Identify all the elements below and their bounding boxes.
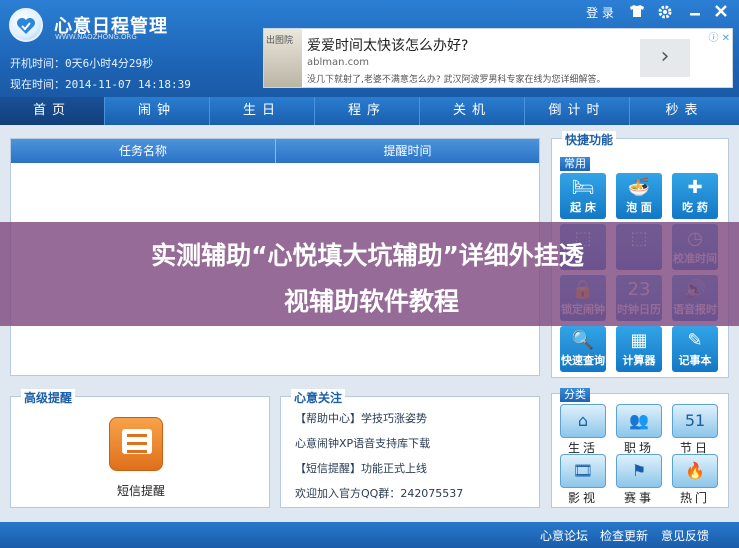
common-group-label: 常用 bbox=[560, 157, 590, 171]
category-group-label: 分类 bbox=[560, 388, 590, 402]
category-label[interactable]: 热门 bbox=[672, 489, 718, 506]
flags-icon[interactable]: ⚑ bbox=[616, 454, 662, 488]
app-url: WWW.NAOZHONG.ORG bbox=[55, 33, 137, 41]
quick-item-10[interactable]: ▦ 计算器 bbox=[616, 326, 662, 372]
feedback-link[interactable]: 意见反馈 bbox=[661, 527, 709, 544]
close-icon[interactable] bbox=[711, 4, 731, 22]
people-icon[interactable]: 👥 bbox=[616, 404, 662, 438]
care-news-link[interactable]: 【帮助中心】学技巧涨姿势 bbox=[295, 410, 427, 426]
advanced-reminder-box: 高级提醒 短信提醒 bbox=[10, 389, 271, 508]
column-remind-time[interactable]: 提醒时间 bbox=[276, 139, 539, 163]
category-label[interactable]: 赛事 bbox=[616, 489, 662, 506]
quick-functions-title: 快捷功能 bbox=[562, 131, 617, 148]
film-reel-icon[interactable]: 🎞 bbox=[560, 454, 606, 488]
ad-banner[interactable]: 出图院 爱爱时间太快该怎么办好? ablman.com 没几下就射了,老婆不满意… bbox=[263, 28, 733, 88]
category-panel: 分类 ⌂ 生活 👥 职场 51 节日 🎞 影视 ⚑ 赛事 🔥 热门 bbox=[551, 388, 729, 508]
care-news-box: 心意关注 【帮助中心】学技巧涨姿势 心意闹钟XP语音支持库下载 【短信提醒】功能… bbox=[280, 389, 540, 508]
current-time-value: 2014-11-07 14:18:39 bbox=[65, 78, 191, 91]
calculator-icon: ▦ bbox=[630, 330, 648, 351]
quick-item-0[interactable]: 🛏 起 床 bbox=[560, 173, 606, 219]
category-label[interactable]: 影视 bbox=[560, 489, 606, 506]
noodle-bowl-icon: 🍜 bbox=[627, 177, 651, 198]
tab-shutdown[interactable]: 关机 bbox=[420, 97, 525, 125]
care-news-link[interactable]: 心意闹钟XP语音支持库下载 bbox=[295, 435, 430, 451]
quick-item-2[interactable]: ✚ 吃 药 bbox=[672, 173, 718, 219]
tab-birthday[interactable]: 生日 bbox=[210, 97, 315, 125]
tab-stopwatch[interactable]: 秒表 bbox=[630, 97, 739, 125]
quick-item-label: 吃 药 bbox=[682, 201, 708, 214]
tab-program[interactable]: 程序 bbox=[315, 97, 420, 125]
calendar-51-icon[interactable]: 51 bbox=[672, 404, 718, 438]
forum-link[interactable]: 心意论坛 bbox=[540, 527, 588, 544]
overlay-line-1: 实测辅助“心悦填大坑辅助”详细外挂透 bbox=[151, 241, 584, 270]
overlay-banner: 实测辅助“心悦填大坑辅助”详细外挂透 视辅助软件教程 bbox=[0, 222, 739, 326]
ad-domain: ablman.com bbox=[307, 57, 369, 68]
boot-time-label: 开机时间： bbox=[10, 57, 65, 70]
check-update-link[interactable]: 检查更新 bbox=[600, 527, 648, 544]
overlay-line-2: 视辅助软件教程 bbox=[283, 287, 459, 316]
login-button[interactable]: 登 录 bbox=[582, 4, 618, 22]
quick-item-label: 记事本 bbox=[678, 354, 712, 367]
quick-item-1[interactable]: 🍜 泡 面 bbox=[616, 173, 662, 219]
search-icon: 🔍 bbox=[571, 330, 595, 351]
care-news-link[interactable]: 欢迎加入官方QQ群：242075537 bbox=[295, 485, 463, 501]
notepad-icon: ✎ bbox=[687, 330, 703, 351]
ad-image-text: 出图院 bbox=[266, 36, 294, 46]
column-task-name[interactable]: 任务名称 bbox=[11, 139, 276, 163]
app-header: 心意日程管理 WWW.NAOZHONG.ORG 开机时间：0天6小时4分29秒 … bbox=[0, 0, 739, 97]
app-logo-icon bbox=[9, 8, 43, 42]
ad-arrow-button[interactable]: › bbox=[640, 39, 690, 77]
bed-icon: 🛏 bbox=[571, 177, 595, 198]
tab-countdown[interactable]: 倒计时 bbox=[525, 97, 630, 125]
tab-alarm[interactable]: 闹钟 bbox=[105, 97, 210, 125]
advanced-reminder-title: 高级提醒 bbox=[21, 389, 76, 406]
quick-item-label: 起 床 bbox=[570, 201, 596, 214]
footer-bar: 心意论坛 检查更新 意见反馈 bbox=[0, 522, 739, 548]
tshirt-icon[interactable] bbox=[627, 4, 647, 22]
quick-item-9[interactable]: 🔍 快速查询 bbox=[560, 326, 606, 372]
ad-image: 出图院 bbox=[264, 29, 302, 87]
tab-home[interactable]: 首页 bbox=[0, 97, 105, 125]
boot-time-value: 0天6小时4分29秒 bbox=[65, 57, 154, 70]
gear-icon[interactable] bbox=[655, 4, 675, 22]
ad-title[interactable]: 爱爱时间太快该怎么办好? bbox=[307, 35, 468, 55]
flame-icon[interactable]: 🔥 bbox=[672, 454, 718, 488]
current-time-label: 现在时间： bbox=[10, 78, 65, 91]
minimize-icon[interactable] bbox=[685, 4, 705, 22]
care-news-title: 心意关注 bbox=[291, 389, 346, 406]
quick-item-label: 计算器 bbox=[622, 354, 656, 367]
current-time: 现在时间：2014-11-07 14:18:39 bbox=[10, 76, 191, 92]
quick-item-label: 泡 面 bbox=[626, 201, 652, 214]
quick-item-label: 快速查询 bbox=[561, 354, 605, 367]
task-table-header: 任务名称 提醒时间 bbox=[11, 139, 539, 163]
sms-reminder-label[interactable]: 短信提醒 bbox=[11, 482, 271, 499]
ad-description: 没几下就射了,老婆不满意怎么办? 武汉阿波罗男科专家在线为您详细解答。 bbox=[307, 75, 606, 85]
house-icon[interactable]: ⌂ bbox=[560, 404, 606, 438]
ad-close-icon[interactable]: ⓘ ✕ bbox=[708, 29, 730, 44]
main-nav: 首页 闹钟 生日 程序 关机 倒计时 秒表 bbox=[0, 97, 739, 125]
sms-reminder-icon[interactable] bbox=[109, 417, 163, 471]
boot-time: 开机时间：0天6小时4分29秒 bbox=[10, 55, 153, 71]
quick-item-11[interactable]: ✎ 记事本 bbox=[672, 326, 718, 372]
medicine-kit-icon: ✚ bbox=[687, 177, 703, 198]
care-news-link[interactable]: 【短信提醒】功能正式上线 bbox=[295, 460, 427, 476]
